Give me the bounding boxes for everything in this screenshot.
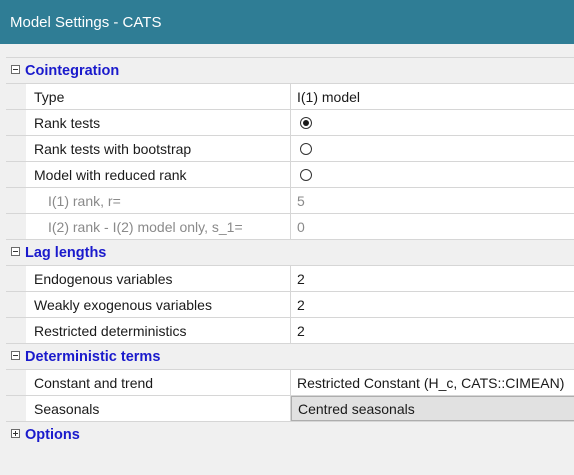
property-grid: Cointegration Type I(1) model Rank tests… <box>6 57 574 448</box>
property-name: Endogenous variables <box>26 266 291 291</box>
property-i2-rank[interactable]: I(2) rank - I(2) model only, s_1= 0 <box>6 214 574 240</box>
rank-tests-radio[interactable] <box>300 116 312 129</box>
property-seasonals[interactable]: Seasonals Centred seasonals <box>6 396 574 422</box>
section-label: Options <box>25 427 80 443</box>
property-weakly-exogenous[interactable]: Weakly exogenous variables 2 <box>6 292 574 318</box>
section-label: Cointegration <box>25 62 120 79</box>
property-constant-trend[interactable]: Constant and trend Restricted Constant (… <box>6 370 574 396</box>
expand-icon[interactable] <box>11 429 20 438</box>
endogenous-value[interactable]: 2 <box>291 266 574 291</box>
collapse-icon[interactable] <box>11 351 20 360</box>
property-name: Type <box>26 84 291 109</box>
weakly-exogenous-value[interactable]: 2 <box>291 292 574 317</box>
property-name: Constant and trend <box>26 370 291 395</box>
i2-rank-value[interactable]: 0 <box>291 214 574 239</box>
property-name: Weakly exogenous variables <box>26 292 291 317</box>
property-name: Seasonals <box>26 396 291 421</box>
constant-trend-value[interactable]: Restricted Constant (H_c, CATS::CIMEAN) <box>291 370 574 395</box>
property-name: Restricted deterministics <box>26 318 291 343</box>
property-name: I(1) rank, r= <box>26 188 291 213</box>
rank-tests-bootstrap-radio[interactable] <box>300 142 312 155</box>
section-lag-lengths[interactable]: Lag lengths <box>6 240 574 266</box>
window-title: Model Settings - CATS <box>10 13 162 31</box>
reduced-rank-radio[interactable] <box>300 168 312 181</box>
section-options[interactable]: Options <box>6 422 574 448</box>
section-label: Deterministic terms <box>25 348 161 365</box>
property-endogenous[interactable]: Endogenous variables 2 <box>6 266 574 292</box>
property-name: I(2) rank - I(2) model only, s_1= <box>26 214 291 239</box>
property-name: Rank tests <box>26 110 291 135</box>
i1-rank-value[interactable]: 5 <box>291 188 574 213</box>
section-cointegration[interactable]: Cointegration <box>6 58 574 84</box>
property-i1-rank[interactable]: I(1) rank, r= 5 <box>6 188 574 214</box>
restricted-deterministics-value[interactable]: 2 <box>291 318 574 343</box>
section-label: Lag lengths <box>25 244 107 261</box>
property-name: Rank tests with bootstrap <box>26 136 291 161</box>
property-restricted-deterministics[interactable]: Restricted deterministics 2 <box>6 318 574 344</box>
section-deterministic-terms[interactable]: Deterministic terms <box>6 344 574 370</box>
property-rank-tests[interactable]: Rank tests <box>6 110 574 136</box>
seasonals-dropdown[interactable]: Centred seasonals <box>291 396 574 421</box>
title-bar: Model Settings - CATS <box>0 0 574 44</box>
property-rank-tests-bootstrap[interactable]: Rank tests with bootstrap <box>6 136 574 162</box>
property-name: Model with reduced rank <box>26 162 291 187</box>
collapse-icon[interactable] <box>11 65 20 74</box>
property-reduced-rank[interactable]: Model with reduced rank <box>6 162 574 188</box>
collapse-icon[interactable] <box>11 247 20 256</box>
property-type[interactable]: Type I(1) model <box>6 84 574 110</box>
type-value[interactable]: I(1) model <box>291 84 574 109</box>
